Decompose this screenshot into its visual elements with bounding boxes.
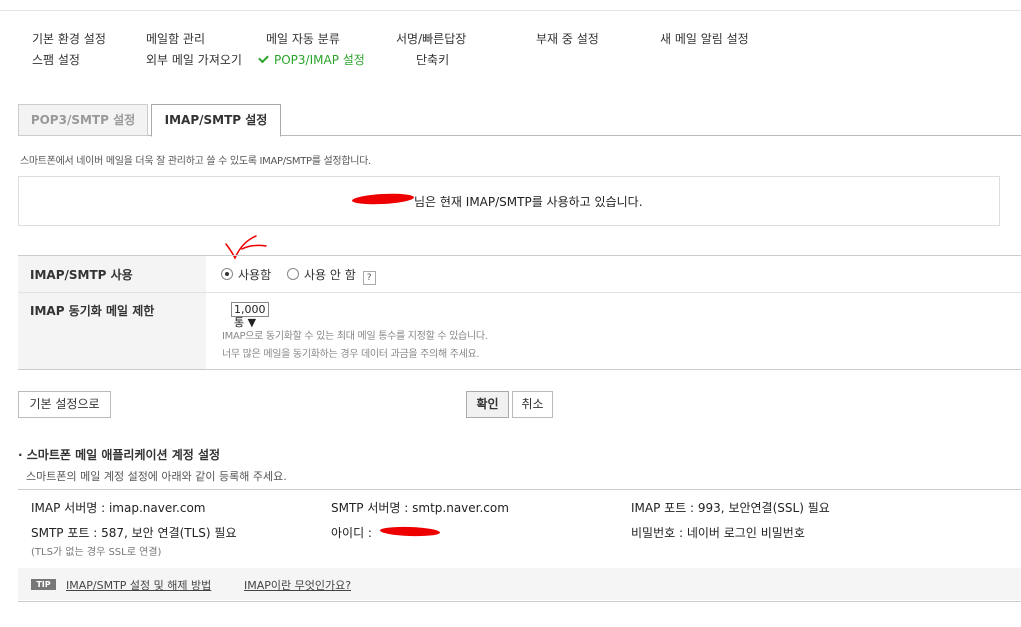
tip-link-setup[interactable]: IMAP/SMTP 설정 및 해제 방법 [66, 577, 211, 593]
radio-use-label[interactable]: 사용함 [238, 268, 271, 282]
top-divider [0, 10, 1021, 11]
cancel-button[interactable]: 취소 [512, 391, 553, 418]
section-subtitle: 스마트폰의 메일 계정 설정에 아래와 같이 등록해 주세요. [26, 470, 287, 483]
radio-nouse-icon[interactable] [286, 268, 299, 280]
page-description: 스마트폰에서 네이버 메일을 더욱 잘 관리하고 쓸 수 있도록 IMAP/SM… [20, 156, 371, 167]
nav-autosort[interactable]: 메일 자동 분류 [266, 30, 340, 47]
nav-mailbox[interactable]: 메일함 관리 [146, 30, 205, 47]
section-title: · 스마트폰 메일 애플리케이션 계정 설정 [18, 448, 221, 462]
smtp-port: SMTP 포트 : 587, 보안 연결(TLS) 필요 [31, 526, 237, 540]
account-id: 아이디 : [331, 526, 372, 540]
tab-bar: POP3/SMTP 설정 IMAP/SMTP 설정 [18, 104, 1021, 137]
nav-signature[interactable]: 서명/빠른답장 [396, 30, 466, 47]
smtp-server: SMTP 서버명 : smtp.naver.com [331, 501, 509, 515]
tls-note: (TLS가 없는 경우 SSL로 연결) [31, 547, 162, 558]
settings-table: IMAP/SMTP 사용 사용함 사용 안 함 ? IMAP 동기화 메일 제한 [18, 255, 1021, 370]
tab-pop3-smtp[interactable]: POP3/SMTP 설정 [18, 104, 148, 136]
sync-limit-select[interactable]: 1,000통 ▼ [231, 302, 269, 329]
imap-server: IMAP 서버명 : imap.naver.com [31, 501, 206, 515]
sync-limit-label: IMAP 동기화 메일 제한 [30, 304, 155, 318]
radio-nouse-label[interactable]: 사용 안 함 [304, 268, 356, 282]
tip-bar: TIP IMAP/SMTP 설정 및 해제 방법 IMAP이란 무엇인가요? [18, 568, 1021, 600]
sync-limit-row: IMAP 동기화 메일 제한 [18, 293, 1021, 369]
tab-imap-smtp[interactable]: IMAP/SMTP 설정 [151, 104, 281, 137]
nav-import[interactable]: 외부 메일 가져오기 [146, 51, 242, 68]
nav-notify[interactable]: 새 메일 알림 설정 [660, 30, 749, 47]
radio-use[interactable]: 사용함 [221, 268, 271, 282]
imap-usage-label: IMAP/SMTP 사용 [30, 268, 133, 282]
account-password: 비밀번호 : 네이버 로그인 비밀번호 [631, 526, 805, 540]
nav-absence[interactable]: 부재 중 설정 [536, 30, 599, 47]
sync-hint-2: 너무 많은 메일을 동기화하는 경우 데이터 과금을 주의해 주세요. [222, 349, 480, 360]
tip-badge: TIP [31, 579, 56, 590]
nav-shortcuts[interactable]: 단축키 [416, 51, 449, 68]
radio-use-icon[interactable] [221, 268, 233, 280]
tip-link-whatis[interactable]: IMAP이란 무엇인가요? [244, 577, 351, 593]
ok-button[interactable]: 확인 [466, 391, 509, 418]
reset-default-button[interactable]: 기본 설정으로 [18, 391, 111, 418]
check-icon [258, 52, 269, 64]
nav-basic[interactable]: 기본 환경 설정 [32, 30, 106, 47]
radio-nouse[interactable]: 사용 안 함 [286, 268, 356, 282]
imap-usage-row: IMAP/SMTP 사용 사용함 사용 안 함 ? [18, 256, 1021, 293]
nav-spam[interactable]: 스팸 설정 [32, 51, 80, 68]
status-text: 님은 현재 IMAP/SMTP를 사용하고 있습니다. [414, 195, 643, 209]
help-icon[interactable]: ? [362, 271, 376, 285]
nav-pop3imap-label: POP3/IMAP 설정 [274, 53, 365, 67]
nav-pop3imap[interactable]: POP3/IMAP 설정 [258, 51, 365, 68]
sync-hint-1: IMAP으로 동기화할 수 있는 최대 메일 통수를 지정할 수 있습니다. [222, 331, 488, 342]
imap-port: IMAP 포트 : 993, 보안연결(SSL) 필요 [631, 501, 830, 515]
